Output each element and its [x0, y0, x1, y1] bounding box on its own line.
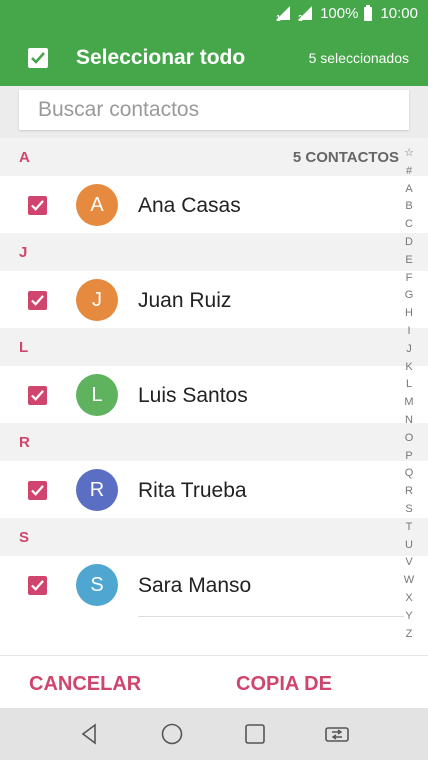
- select-all-checkbox[interactable]: [28, 48, 48, 68]
- copy-to-button[interactable]: COPIA DE: [236, 673, 332, 696]
- index-letter[interactable]: Q: [400, 465, 418, 483]
- contact-checkbox[interactable]: [28, 386, 47, 405]
- contact-row-rita-trueba[interactable]: R Rita Trueba: [0, 461, 428, 518]
- check-icon: [31, 390, 44, 401]
- section-letter: R: [19, 434, 30, 451]
- status-indicators: 1 2 100% 10:00: [276, 4, 418, 23]
- alphabet-index[interactable]: ☆ # A B C D E F G H I J K L M N O P Q R …: [400, 145, 418, 643]
- search-container: [0, 86, 428, 138]
- contact-name: Luis Santos: [138, 384, 248, 407]
- contact-list: A 5 CONTACTOS A Ana Casas J J Juan Ruiz …: [0, 138, 428, 613]
- check-icon: [31, 485, 44, 496]
- section-letter: L: [19, 339, 29, 356]
- contact-checkbox[interactable]: [28, 481, 47, 500]
- index-letter[interactable]: Z: [400, 626, 418, 644]
- recents-icon[interactable]: [243, 722, 267, 746]
- index-letter[interactable]: X: [400, 590, 418, 608]
- index-letter[interactable]: G: [400, 287, 418, 305]
- index-letter[interactable]: C: [400, 216, 418, 234]
- index-letter[interactable]: P: [400, 448, 418, 466]
- contact-name: Juan Ruiz: [138, 289, 232, 312]
- avatar: R: [76, 469, 118, 511]
- index-letter[interactable]: A: [400, 181, 418, 199]
- list-divider: [138, 616, 404, 617]
- contact-name: Ana Casas: [138, 194, 241, 217]
- check-icon: [31, 580, 44, 591]
- clock: 10:00: [380, 5, 418, 22]
- index-letter[interactable]: K: [400, 359, 418, 377]
- index-letter[interactable]: F: [400, 270, 418, 288]
- index-letter[interactable]: L: [400, 376, 418, 394]
- contact-checkbox[interactable]: [28, 576, 47, 595]
- section-header-s: S: [0, 518, 428, 556]
- index-letter[interactable]: J: [400, 341, 418, 359]
- back-icon[interactable]: [78, 722, 102, 746]
- index-letter[interactable]: M: [400, 394, 418, 412]
- index-letter[interactable]: T: [400, 519, 418, 537]
- sim1-label: 1: [276, 13, 281, 23]
- index-letter[interactable]: R: [400, 483, 418, 501]
- index-letter[interactable]: V: [400, 554, 418, 572]
- switch-sim-icon[interactable]: [324, 722, 350, 746]
- check-icon: [31, 200, 44, 211]
- section-header-a: A 5 CONTACTOS: [0, 138, 428, 176]
- cancel-button[interactable]: CANCELAR: [29, 673, 141, 696]
- index-letter[interactable]: W: [400, 572, 418, 590]
- contact-checkbox[interactable]: [28, 196, 47, 215]
- contact-name: Rita Trueba: [138, 479, 247, 502]
- avatar: J: [76, 279, 118, 321]
- contact-row-ana-casas[interactable]: A Ana Casas: [0, 176, 428, 233]
- contact-name: Sara Manso: [138, 574, 252, 597]
- section-header-r: R: [0, 423, 428, 461]
- index-letter[interactable]: Y: [400, 608, 418, 626]
- index-letter[interactable]: B: [400, 198, 418, 216]
- section-letter: S: [19, 529, 30, 546]
- check-icon: [31, 52, 45, 64]
- sim1-signal-icon: 1: [276, 5, 294, 23]
- contact-checkbox[interactable]: [28, 291, 47, 310]
- select-all-title[interactable]: Seleccionar todo: [76, 46, 245, 70]
- contacts-count: 5 CONTACTOS: [292, 149, 399, 166]
- battery-icon: [364, 4, 373, 21]
- index-letter[interactable]: H: [400, 305, 418, 323]
- sim2-label: 2: [298, 13, 303, 23]
- search-input[interactable]: [19, 90, 409, 130]
- home-icon[interactable]: [160, 722, 184, 746]
- section-letter: A: [19, 149, 30, 166]
- avatar: L: [76, 374, 118, 416]
- avatar: S: [76, 564, 118, 606]
- section-header-l: L: [0, 328, 428, 366]
- avatar: A: [76, 184, 118, 226]
- status-bar: 1 2 100% 10:00: [0, 0, 428, 31]
- contact-row-luis-santos[interactable]: L Luis Santos: [0, 366, 428, 423]
- index-letter[interactable]: S: [400, 501, 418, 519]
- selected-count: 5 seleccionados: [308, 50, 409, 66]
- contact-row-juan-ruiz[interactable]: J Juan Ruiz: [0, 271, 428, 328]
- index-letter[interactable]: O: [400, 430, 418, 448]
- action-bar: CANCELAR COPIA DE: [0, 655, 428, 709]
- navigation-bar: [0, 708, 428, 760]
- index-letter[interactable]: U: [400, 537, 418, 555]
- check-icon: [31, 295, 44, 306]
- index-letter[interactable]: N: [400, 412, 418, 430]
- index-letter[interactable]: ☆: [400, 145, 418, 163]
- index-letter[interactable]: I: [400, 323, 418, 341]
- app-bar: Seleccionar todo 5 seleccionados: [0, 31, 428, 86]
- index-letter[interactable]: E: [400, 252, 418, 270]
- section-header-j: J: [0, 233, 428, 271]
- sim2-signal-icon: 2: [298, 5, 316, 23]
- index-letter[interactable]: #: [400, 163, 418, 181]
- contact-row-sara-manso[interactable]: S Sara Manso: [0, 556, 428, 613]
- battery-percent: 100%: [320, 5, 359, 22]
- section-letter: J: [19, 244, 28, 261]
- index-letter[interactable]: D: [400, 234, 418, 252]
